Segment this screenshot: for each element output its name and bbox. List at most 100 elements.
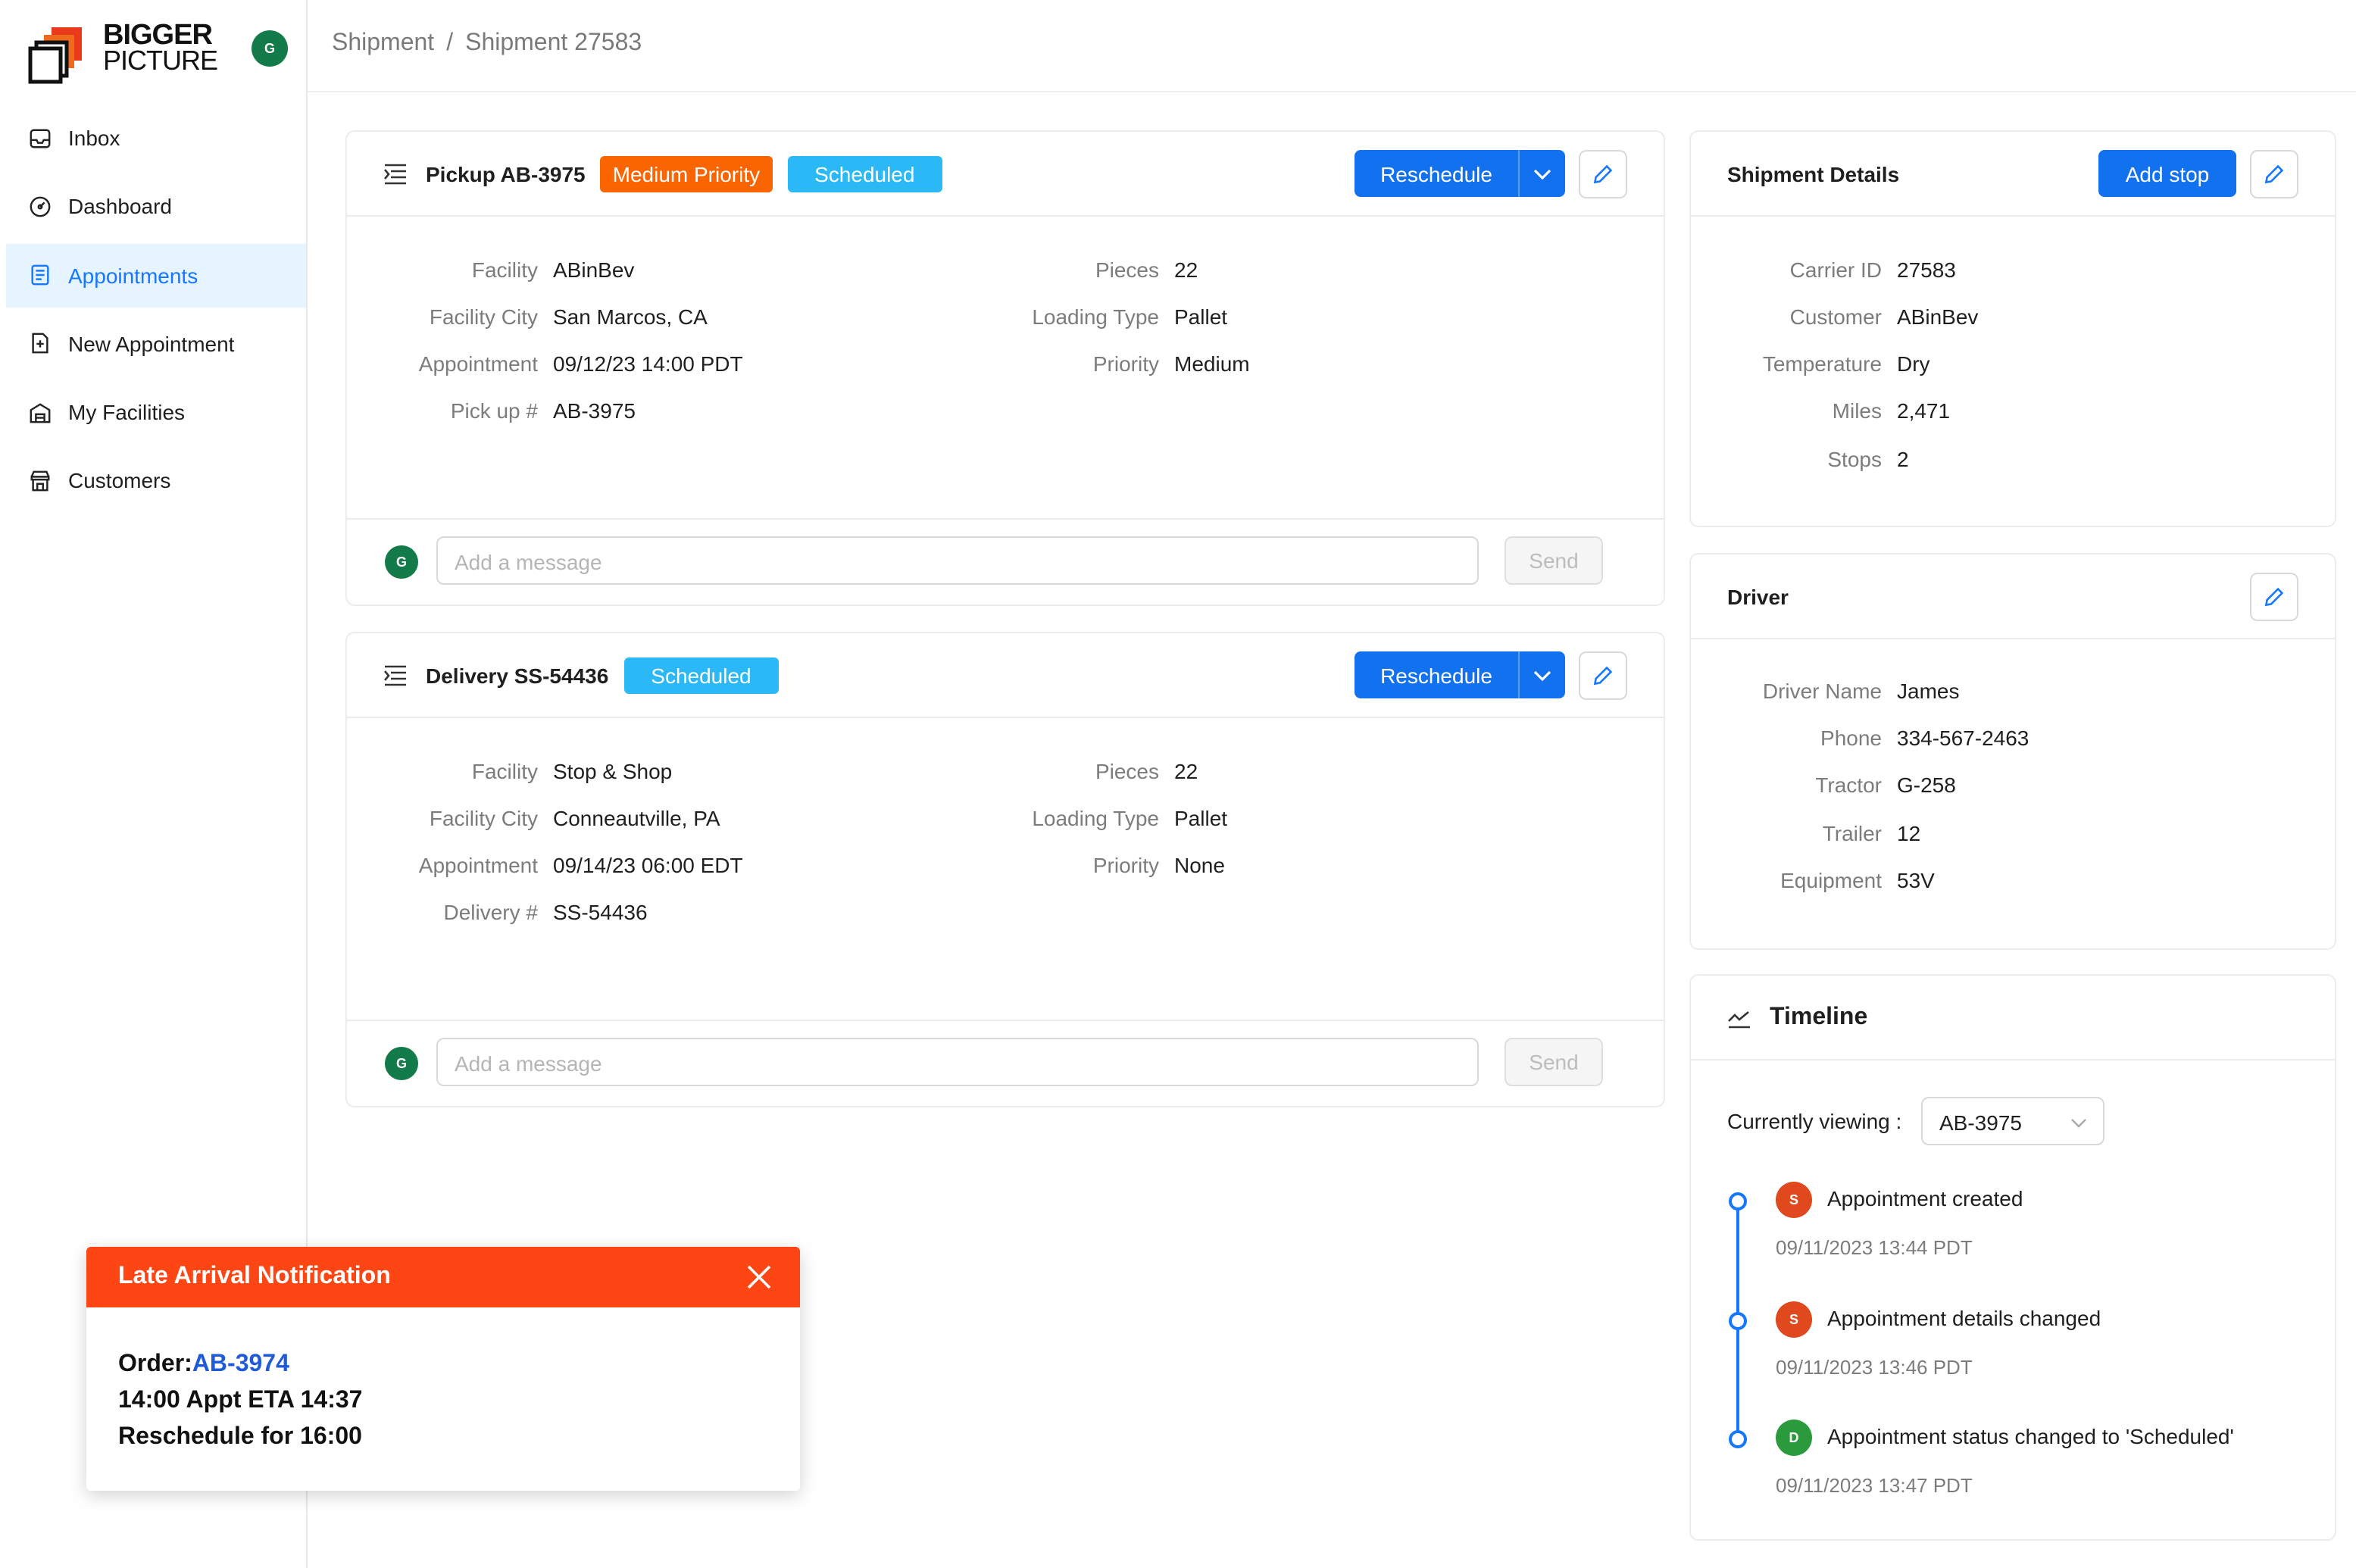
breadcrumb-parent[interactable]: Shipment: [332, 30, 434, 56]
sidebar-item-dashboard[interactable]: Dashboard: [6, 175, 306, 239]
viewing-select[interactable]: AB-3975: [1921, 1097, 2104, 1145]
sidebar-item-inbox[interactable]: Inbox: [6, 106, 306, 170]
field-row: Equipment 53V: [1691, 868, 1935, 892]
field-value: 2: [1897, 447, 1909, 471]
timeline-dot: [1729, 1192, 1747, 1210]
field-value: 22: [1174, 759, 1198, 783]
sidebar-item-label: My Facilities: [68, 400, 186, 425]
delivery-card-header: Delivery SS-54436 Scheduled Reschedule: [347, 633, 1664, 718]
reschedule-split-button: Reschedule: [1355, 651, 1565, 698]
sidebar-item-new-appointment[interactable]: New Appointment: [6, 312, 306, 376]
timeline-title: Timeline: [1770, 1004, 1868, 1029]
shipment-details-title: Shipment Details: [1727, 161, 1900, 186]
field-row: Carrier ID 27583: [1691, 258, 1956, 282]
message-input[interactable]: Add a message: [436, 1038, 1479, 1086]
breadcrumb-current: Shipment 27583: [465, 30, 642, 56]
viewing-label: Currently viewing :: [1727, 1109, 1902, 1133]
sidebar-item-customers[interactable]: Customers: [6, 449, 306, 513]
priority-badge: Medium Priority: [600, 155, 773, 192]
field-value: SS-54436: [553, 900, 648, 924]
notification-title: Late Arrival Notification: [118, 1263, 391, 1289]
pencil-icon: [1593, 164, 1613, 184]
close-icon[interactable]: [745, 1263, 773, 1291]
event-time: 09/11/2023 13:47 PDT: [1776, 1474, 1973, 1497]
reschedule-dropdown-button[interactable]: [1518, 150, 1565, 197]
field-value: 2,471: [1897, 398, 1951, 423]
field-row: Loading Type Pallet: [347, 806, 1227, 830]
field-label: Miles: [1832, 398, 1882, 423]
field-row: Trailer 12: [1691, 821, 1920, 845]
pickup-title: Pickup AB-3975: [426, 161, 586, 186]
add-stop-button[interactable]: Add stop: [2098, 150, 2236, 197]
field-label: Pieces: [1095, 258, 1159, 282]
sidebar-item-my-facilities[interactable]: My Facilities: [6, 380, 306, 444]
driver-header: Driver: [1691, 554, 2335, 639]
edit-delivery-button[interactable]: [1579, 651, 1627, 700]
field-value: 334-567-2463: [1897, 726, 2029, 750]
user-avatar: G: [385, 1047, 418, 1080]
collapse-icon[interactable]: [383, 664, 408, 686]
field-label: Phone: [1820, 726, 1882, 750]
inbox-icon: [27, 125, 53, 151]
field-row: Delivery # SS-54436: [347, 900, 648, 924]
new-appointment-icon: [27, 331, 53, 357]
field-label: Priority: [1092, 351, 1159, 376]
field-value: 12: [1897, 821, 1921, 845]
field-label: Driver Name: [1762, 679, 1882, 703]
delivery-title: Delivery SS-54436: [426, 663, 609, 687]
field-label: Pieces: [1095, 759, 1159, 783]
brand-name: BIGGER PICTURE: [103, 21, 218, 74]
order-link[interactable]: AB-3974: [192, 1351, 289, 1377]
field-value: None: [1174, 853, 1225, 877]
brand-logo[interactable]: BIGGER PICTURE: [27, 21, 224, 91]
sidebar-item-label: Dashboard: [68, 194, 172, 219]
edit-pickup-button[interactable]: [1579, 150, 1627, 198]
breadcrumb-separator: /: [446, 30, 454, 56]
status-badge: Scheduled: [623, 657, 779, 693]
field-value: Medium: [1174, 351, 1250, 376]
driver-title: Driver: [1727, 584, 1789, 608]
reschedule-button[interactable]: Reschedule: [1355, 150, 1518, 197]
order-label: Order:: [118, 1351, 192, 1377]
field-value: James: [1897, 679, 1960, 703]
event-avatar: S: [1776, 1301, 1812, 1338]
reschedule-button[interactable]: Reschedule: [1355, 651, 1518, 698]
message-input[interactable]: Add a message: [436, 536, 1479, 585]
sidebar-item-label: Appointments: [68, 263, 198, 288]
reschedule-dropdown-button[interactable]: [1518, 651, 1565, 698]
event-text: Appointment created: [1827, 1186, 2023, 1210]
field-row: Stops 2: [1691, 447, 1909, 471]
line-chart-icon: [1728, 1010, 1750, 1028]
field-value: Dry: [1897, 351, 1930, 376]
edit-driver-button[interactable]: [2250, 573, 2298, 621]
event-time: 09/11/2023 13:44 PDT: [1776, 1236, 1973, 1259]
edit-shipment-button[interactable]: [2250, 150, 2298, 198]
send-button[interactable]: Send: [1505, 1038, 1603, 1086]
field-label: Temperature: [1762, 351, 1882, 376]
field-label: Loading Type: [1032, 806, 1159, 830]
field-value: 22: [1174, 258, 1198, 282]
pickup-card-header: Pickup AB-3975 Medium Priority Scheduled…: [347, 132, 1664, 217]
send-button[interactable]: Send: [1505, 536, 1603, 585]
field-row: Phone 334-567-2463: [1691, 726, 2029, 750]
facilities-icon: [27, 399, 53, 425]
appointments-icon: [27, 262, 53, 288]
pencil-icon: [2264, 587, 2284, 607]
user-avatar: G: [385, 545, 418, 579]
collapse-icon[interactable]: [383, 163, 408, 184]
timeline-dot: [1729, 1430, 1747, 1448]
sidebar-item-appointments[interactable]: Appointments: [6, 243, 306, 308]
field-label: Loading Type: [1032, 305, 1159, 329]
event-text: Appointment status changed to 'Scheduled…: [1827, 1424, 2234, 1448]
field-row: Priority Medium: [347, 351, 1250, 376]
field-value: 27583: [1897, 258, 1956, 282]
event-text: Appointment details changed: [1827, 1306, 2101, 1330]
field-label: Carrier ID: [1789, 258, 1882, 282]
field-label: Customer: [1789, 305, 1882, 329]
delivery-message-bar: G Add a message Send: [347, 1020, 1664, 1106]
field-row: Pick up # AB-3975: [347, 398, 636, 423]
field-row: Customer ABinBev: [1691, 305, 1979, 329]
notification-body: Order:AB-3974 14:00 Appt ETA 14:37 Resch…: [86, 1307, 800, 1456]
user-avatar[interactable]: G: [252, 30, 288, 67]
delivery-card: Delivery SS-54436 Scheduled Reschedule F…: [345, 632, 1665, 1107]
